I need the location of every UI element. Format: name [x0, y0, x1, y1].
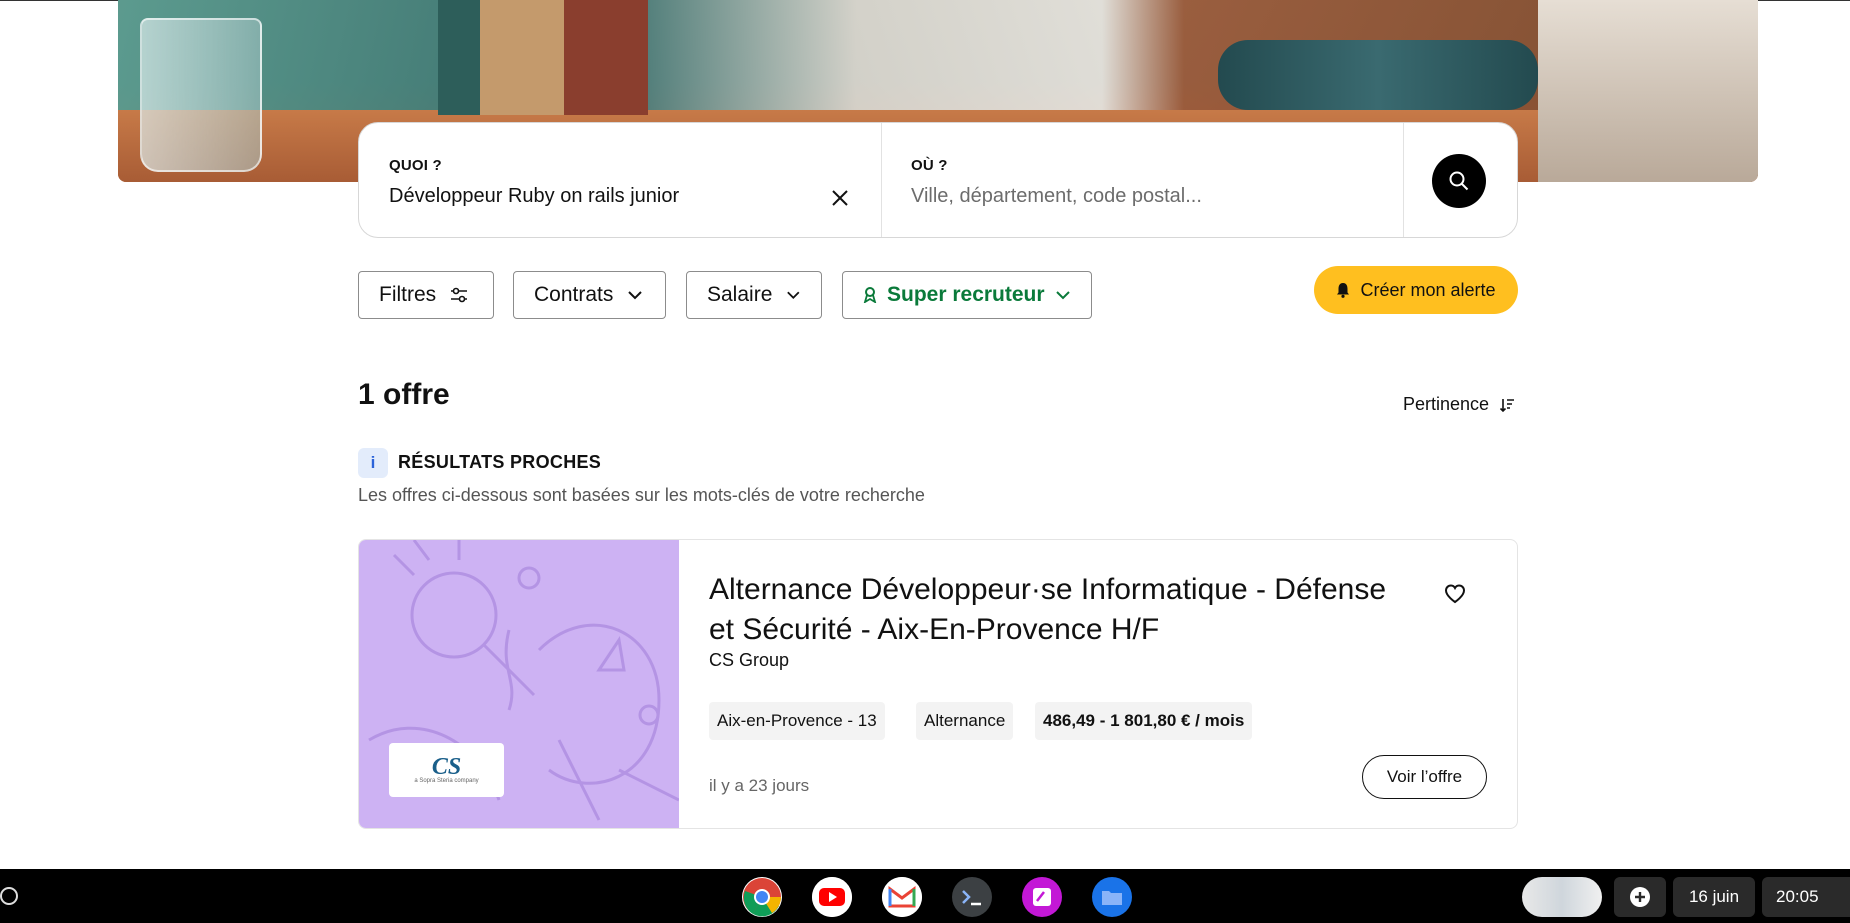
tray-date[interactable]: 16 juin: [1673, 877, 1755, 917]
launcher-icon[interactable]: [0, 887, 18, 905]
filtres-label: Filtres: [379, 283, 437, 306]
create-alert-button[interactable]: Créer mon alerte: [1314, 266, 1518, 314]
search-bar: QUOI ? OÙ ?: [358, 122, 1518, 238]
where-label: OÙ ?: [911, 157, 948, 174]
chrome-icon[interactable]: [742, 877, 782, 917]
where-field: OÙ ?: [881, 123, 1404, 237]
location-tag: Aix-en-Provence - 13: [709, 702, 885, 740]
youtube-icon[interactable]: [812, 877, 852, 917]
terminal-icon[interactable]: [952, 877, 992, 917]
award-icon: [863, 287, 877, 303]
canvas-icon[interactable]: [1022, 877, 1062, 917]
info-description: Les offres ci-dessous sont basées sur le…: [358, 485, 925, 505]
contrats-label: Contrats: [534, 283, 614, 306]
gmail-icon[interactable]: [882, 877, 922, 917]
super-recruteur-label: Super recruteur: [887, 283, 1045, 306]
chevron-down-icon: [787, 291, 800, 300]
salaire-label: Salaire: [707, 283, 773, 306]
job-title[interactable]: Alternance Développeur·se Informatique -…: [709, 570, 1409, 650]
what-field: QUOI ?: [359, 123, 882, 237]
tray-preview[interactable]: [1522, 877, 1602, 917]
what-label: QUOI ?: [389, 157, 442, 174]
search-icon: [1449, 171, 1469, 191]
chevron-down-icon: [628, 291, 643, 300]
sliders-icon: [451, 287, 468, 303]
add-icon[interactable]: [1614, 877, 1666, 917]
contract-tag: Alternance: [916, 702, 1014, 740]
sort-button[interactable]: Pertinence: [1403, 394, 1515, 415]
view-offer-button[interactable]: Voir l’offre: [1362, 755, 1487, 799]
where-input[interactable]: [911, 183, 1351, 209]
info-title: RÉSULTATS PROCHES: [398, 452, 602, 472]
sort-icon: [1499, 398, 1515, 412]
company-logo: CS a Sopra Steria company: [389, 743, 504, 797]
company-name: CS Group: [709, 650, 790, 670]
filtres-button[interactable]: Filtres: [358, 271, 494, 319]
files-icon[interactable]: [1092, 877, 1132, 917]
salary-tag: 486,49 - 1 801,80 € / mois: [1035, 702, 1253, 740]
contrats-dropdown[interactable]: Contrats: [513, 271, 666, 319]
sort-label: Pertinence: [1403, 394, 1490, 414]
search-button[interactable]: [1432, 154, 1486, 208]
results-count: 1 offre: [358, 378, 450, 411]
job-card[interactable]: CS a Sopra Steria company Alternance Dév…: [358, 539, 1518, 829]
super-recruteur-dropdown[interactable]: Super recruteur: [842, 271, 1092, 319]
posted-date: il y a 23 jours: [709, 776, 810, 795]
bell-icon: [1337, 283, 1350, 298]
tray-time[interactable]: 20:05: [1762, 877, 1850, 917]
create-alert-label: Créer mon alerte: [1360, 279, 1496, 300]
job-card-illustration: CS a Sopra Steria company: [359, 540, 679, 828]
info-icon: i: [358, 448, 388, 478]
salaire-dropdown[interactable]: Salaire: [686, 271, 822, 319]
heart-icon[interactable]: [1444, 584, 1466, 609]
clear-icon[interactable]: [825, 183, 855, 213]
what-input[interactable]: [389, 183, 829, 209]
chevron-down-icon: [1055, 291, 1070, 300]
